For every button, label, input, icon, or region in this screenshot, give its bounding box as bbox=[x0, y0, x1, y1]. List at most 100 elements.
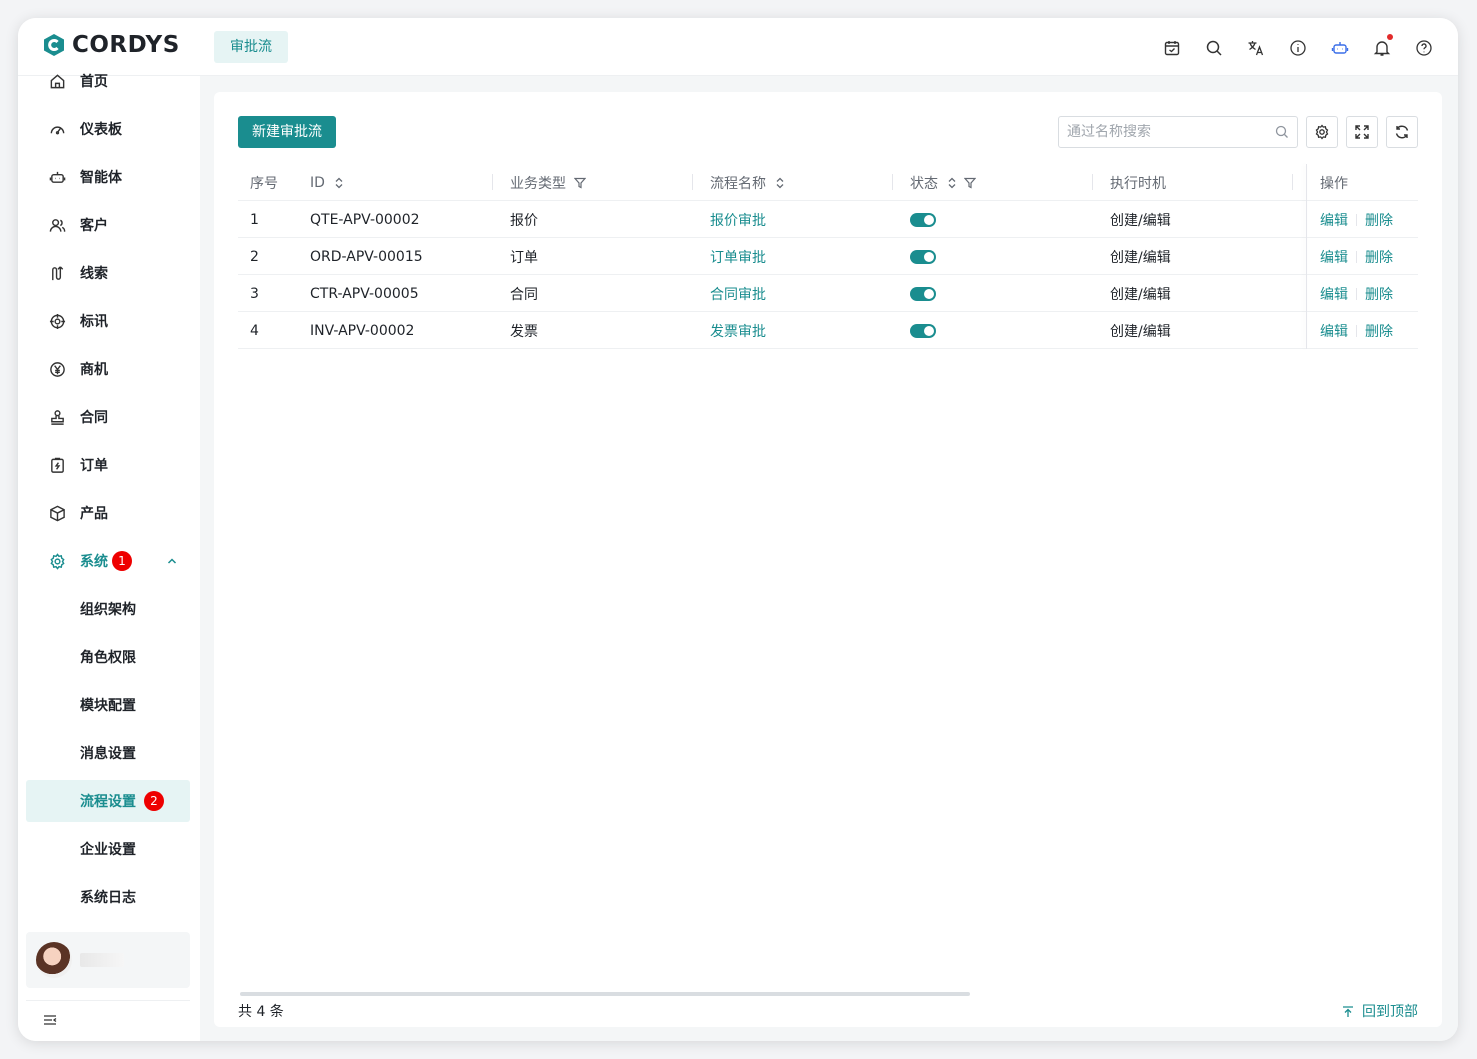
robot-icon[interactable] bbox=[1328, 36, 1352, 60]
cell-type: 订单 bbox=[510, 249, 538, 266]
sidebar-item-contract[interactable]: 合同 bbox=[26, 396, 190, 438]
sidebar: 首页 仪表板 智能体 客户 线索 标讯 商机 合同 订单 产品 系统 1 组织架… bbox=[18, 73, 200, 1041]
action-divider bbox=[1356, 213, 1357, 226]
refresh-button[interactable] bbox=[1386, 116, 1418, 148]
sidebar-item-home[interactable]: 首页 bbox=[26, 60, 190, 102]
sidebar-subitem-modules[interactable]: 模块配置 bbox=[26, 684, 190, 726]
approval-flow-card: 新建审批流 序号 ID 业务类型 流程名称 bbox=[214, 92, 1442, 1027]
calendar-icon[interactable] bbox=[1160, 36, 1184, 60]
delete-link[interactable]: 删除 bbox=[1365, 247, 1393, 267]
sidebar-item-dashboard[interactable]: 仪表板 bbox=[26, 108, 190, 150]
sidebar-item-label: 客户 bbox=[80, 218, 108, 234]
column-header-name[interactable]: 流程名称 bbox=[710, 164, 786, 201]
cell-flow-name-link[interactable]: 订单审批 bbox=[710, 238, 766, 275]
table-row: 1 QTE-APV-00002 报价 报价审批 创建/编辑 编辑 删除 bbox=[238, 201, 1418, 238]
column-separator[interactable] bbox=[692, 174, 693, 190]
sidebar-subitem-process[interactable]: 流程设置 2 bbox=[26, 780, 190, 822]
column-header-id[interactable]: ID bbox=[310, 164, 345, 201]
sidebar-subitem-enterprise[interactable]: 企业设置 bbox=[26, 828, 190, 870]
target-icon bbox=[48, 312, 66, 330]
bell-icon[interactable] bbox=[1370, 34, 1394, 60]
table-row: 4 INV-APV-00002 发票 发票审批 创建/编辑 编辑 删除 bbox=[238, 312, 1418, 349]
filter-icon[interactable] bbox=[964, 177, 976, 189]
search-box[interactable] bbox=[1058, 116, 1298, 148]
column-separator[interactable] bbox=[1292, 174, 1293, 190]
user-card[interactable] bbox=[26, 932, 190, 988]
status-toggle[interactable] bbox=[910, 249, 936, 264]
gear-icon bbox=[1315, 124, 1329, 140]
sidebar-item-label: 系统 bbox=[80, 554, 108, 570]
robot-icon bbox=[48, 168, 66, 186]
sidebar-item-label: 首页 bbox=[80, 74, 108, 90]
sidebar-item-customer[interactable]: 客户 bbox=[26, 204, 190, 246]
column-separator[interactable] bbox=[892, 174, 893, 190]
horizontal-scrollbar[interactable] bbox=[240, 992, 970, 996]
sidebar-item-agent[interactable]: 智能体 bbox=[26, 156, 190, 198]
sort-icon[interactable] bbox=[333, 177, 345, 189]
cell-flow-name-link[interactable]: 报价审批 bbox=[710, 201, 766, 238]
info-icon[interactable] bbox=[1286, 36, 1310, 60]
sidebar-subitem-roles[interactable]: 角色权限 bbox=[26, 636, 190, 678]
sidebar-subitem-logs[interactable]: 系统日志 bbox=[26, 876, 190, 918]
search-icon[interactable] bbox=[1202, 36, 1226, 60]
column-header-status[interactable]: 状态 bbox=[910, 164, 976, 201]
filter-icon[interactable] bbox=[574, 177, 586, 189]
action-divider bbox=[1356, 324, 1357, 337]
new-approval-flow-button[interactable]: 新建审批流 bbox=[238, 116, 336, 148]
cell-actions: 编辑 删除 bbox=[1320, 201, 1393, 238]
tab-approval-flow[interactable]: 审批流 bbox=[214, 31, 288, 63]
delete-link[interactable]: 删除 bbox=[1365, 321, 1393, 341]
sort-icon[interactable] bbox=[946, 177, 958, 189]
cell-flow-name-link[interactable]: 发票审批 bbox=[710, 312, 766, 349]
column-header-index: 序号 bbox=[250, 175, 278, 192]
column-header-timing: 执行时机 bbox=[1110, 175, 1166, 192]
column-settings-button[interactable] bbox=[1306, 116, 1338, 148]
app-logo[interactable]: CORDYS bbox=[42, 32, 180, 58]
status-toggle[interactable] bbox=[910, 212, 936, 227]
delete-link[interactable]: 删除 bbox=[1365, 210, 1393, 230]
fullscreen-icon bbox=[1355, 125, 1369, 139]
sidebar-item-opportunity[interactable]: 商机 bbox=[26, 348, 190, 390]
delete-link[interactable]: 删除 bbox=[1365, 284, 1393, 304]
search-icon[interactable] bbox=[1275, 125, 1289, 139]
cell-flow-name-link[interactable]: 合同审批 bbox=[710, 275, 766, 312]
sidebar-item-label: 标讯 bbox=[80, 314, 108, 330]
cell-id: CTR-APV-00005 bbox=[310, 285, 419, 302]
column-separator[interactable] bbox=[1092, 174, 1093, 190]
sidebar-item-bids[interactable]: 标讯 bbox=[26, 300, 190, 342]
lead-icon bbox=[48, 264, 66, 282]
help-icon[interactable] bbox=[1412, 36, 1436, 60]
edit-link[interactable]: 编辑 bbox=[1320, 321, 1348, 341]
action-divider bbox=[1356, 250, 1357, 263]
sidebar-item-label: 合同 bbox=[80, 410, 108, 426]
order-icon bbox=[48, 456, 66, 474]
sort-icon[interactable] bbox=[774, 177, 786, 189]
column-separator[interactable] bbox=[492, 174, 493, 190]
edit-link[interactable]: 编辑 bbox=[1320, 247, 1348, 267]
translate-icon[interactable] bbox=[1244, 36, 1268, 60]
edit-link[interactable]: 编辑 bbox=[1320, 210, 1348, 230]
search-input[interactable] bbox=[1067, 124, 1275, 140]
column-header-type[interactable]: 业务类型 bbox=[510, 164, 586, 201]
sidebar-item-system[interactable]: 系统 1 bbox=[26, 540, 190, 582]
chevron-up-icon[interactable] bbox=[166, 555, 178, 567]
edit-link[interactable]: 编辑 bbox=[1320, 284, 1348, 304]
sidebar-item-product[interactable]: 产品 bbox=[26, 492, 190, 534]
sidebar-item-label: 智能体 bbox=[80, 170, 122, 186]
sidebar-divider bbox=[26, 1000, 190, 1001]
sidebar-item-order[interactable]: 订单 bbox=[26, 444, 190, 486]
status-toggle[interactable] bbox=[910, 323, 936, 338]
logo-text: CORDYS bbox=[72, 32, 180, 58]
sidebar-subitem-org[interactable]: 组织架构 bbox=[26, 588, 190, 630]
back-to-top-link[interactable]: 回到顶部 bbox=[1342, 1002, 1418, 1022]
sidebar-item-leads[interactable]: 线索 bbox=[26, 252, 190, 294]
cell-actions: 编辑 删除 bbox=[1320, 312, 1393, 349]
yen-icon bbox=[48, 360, 66, 378]
table-header: 序号 ID 业务类型 流程名称 状态 执行时机 操作 bbox=[238, 164, 1418, 201]
sidebar-subitem-messages[interactable]: 消息设置 bbox=[26, 732, 190, 774]
collapse-menu-icon[interactable] bbox=[42, 1012, 58, 1028]
cell-timing: 创建/编辑 bbox=[1110, 323, 1171, 340]
fullscreen-button[interactable] bbox=[1346, 116, 1378, 148]
status-toggle[interactable] bbox=[910, 286, 936, 301]
cell-id: QTE-APV-00002 bbox=[310, 211, 420, 228]
